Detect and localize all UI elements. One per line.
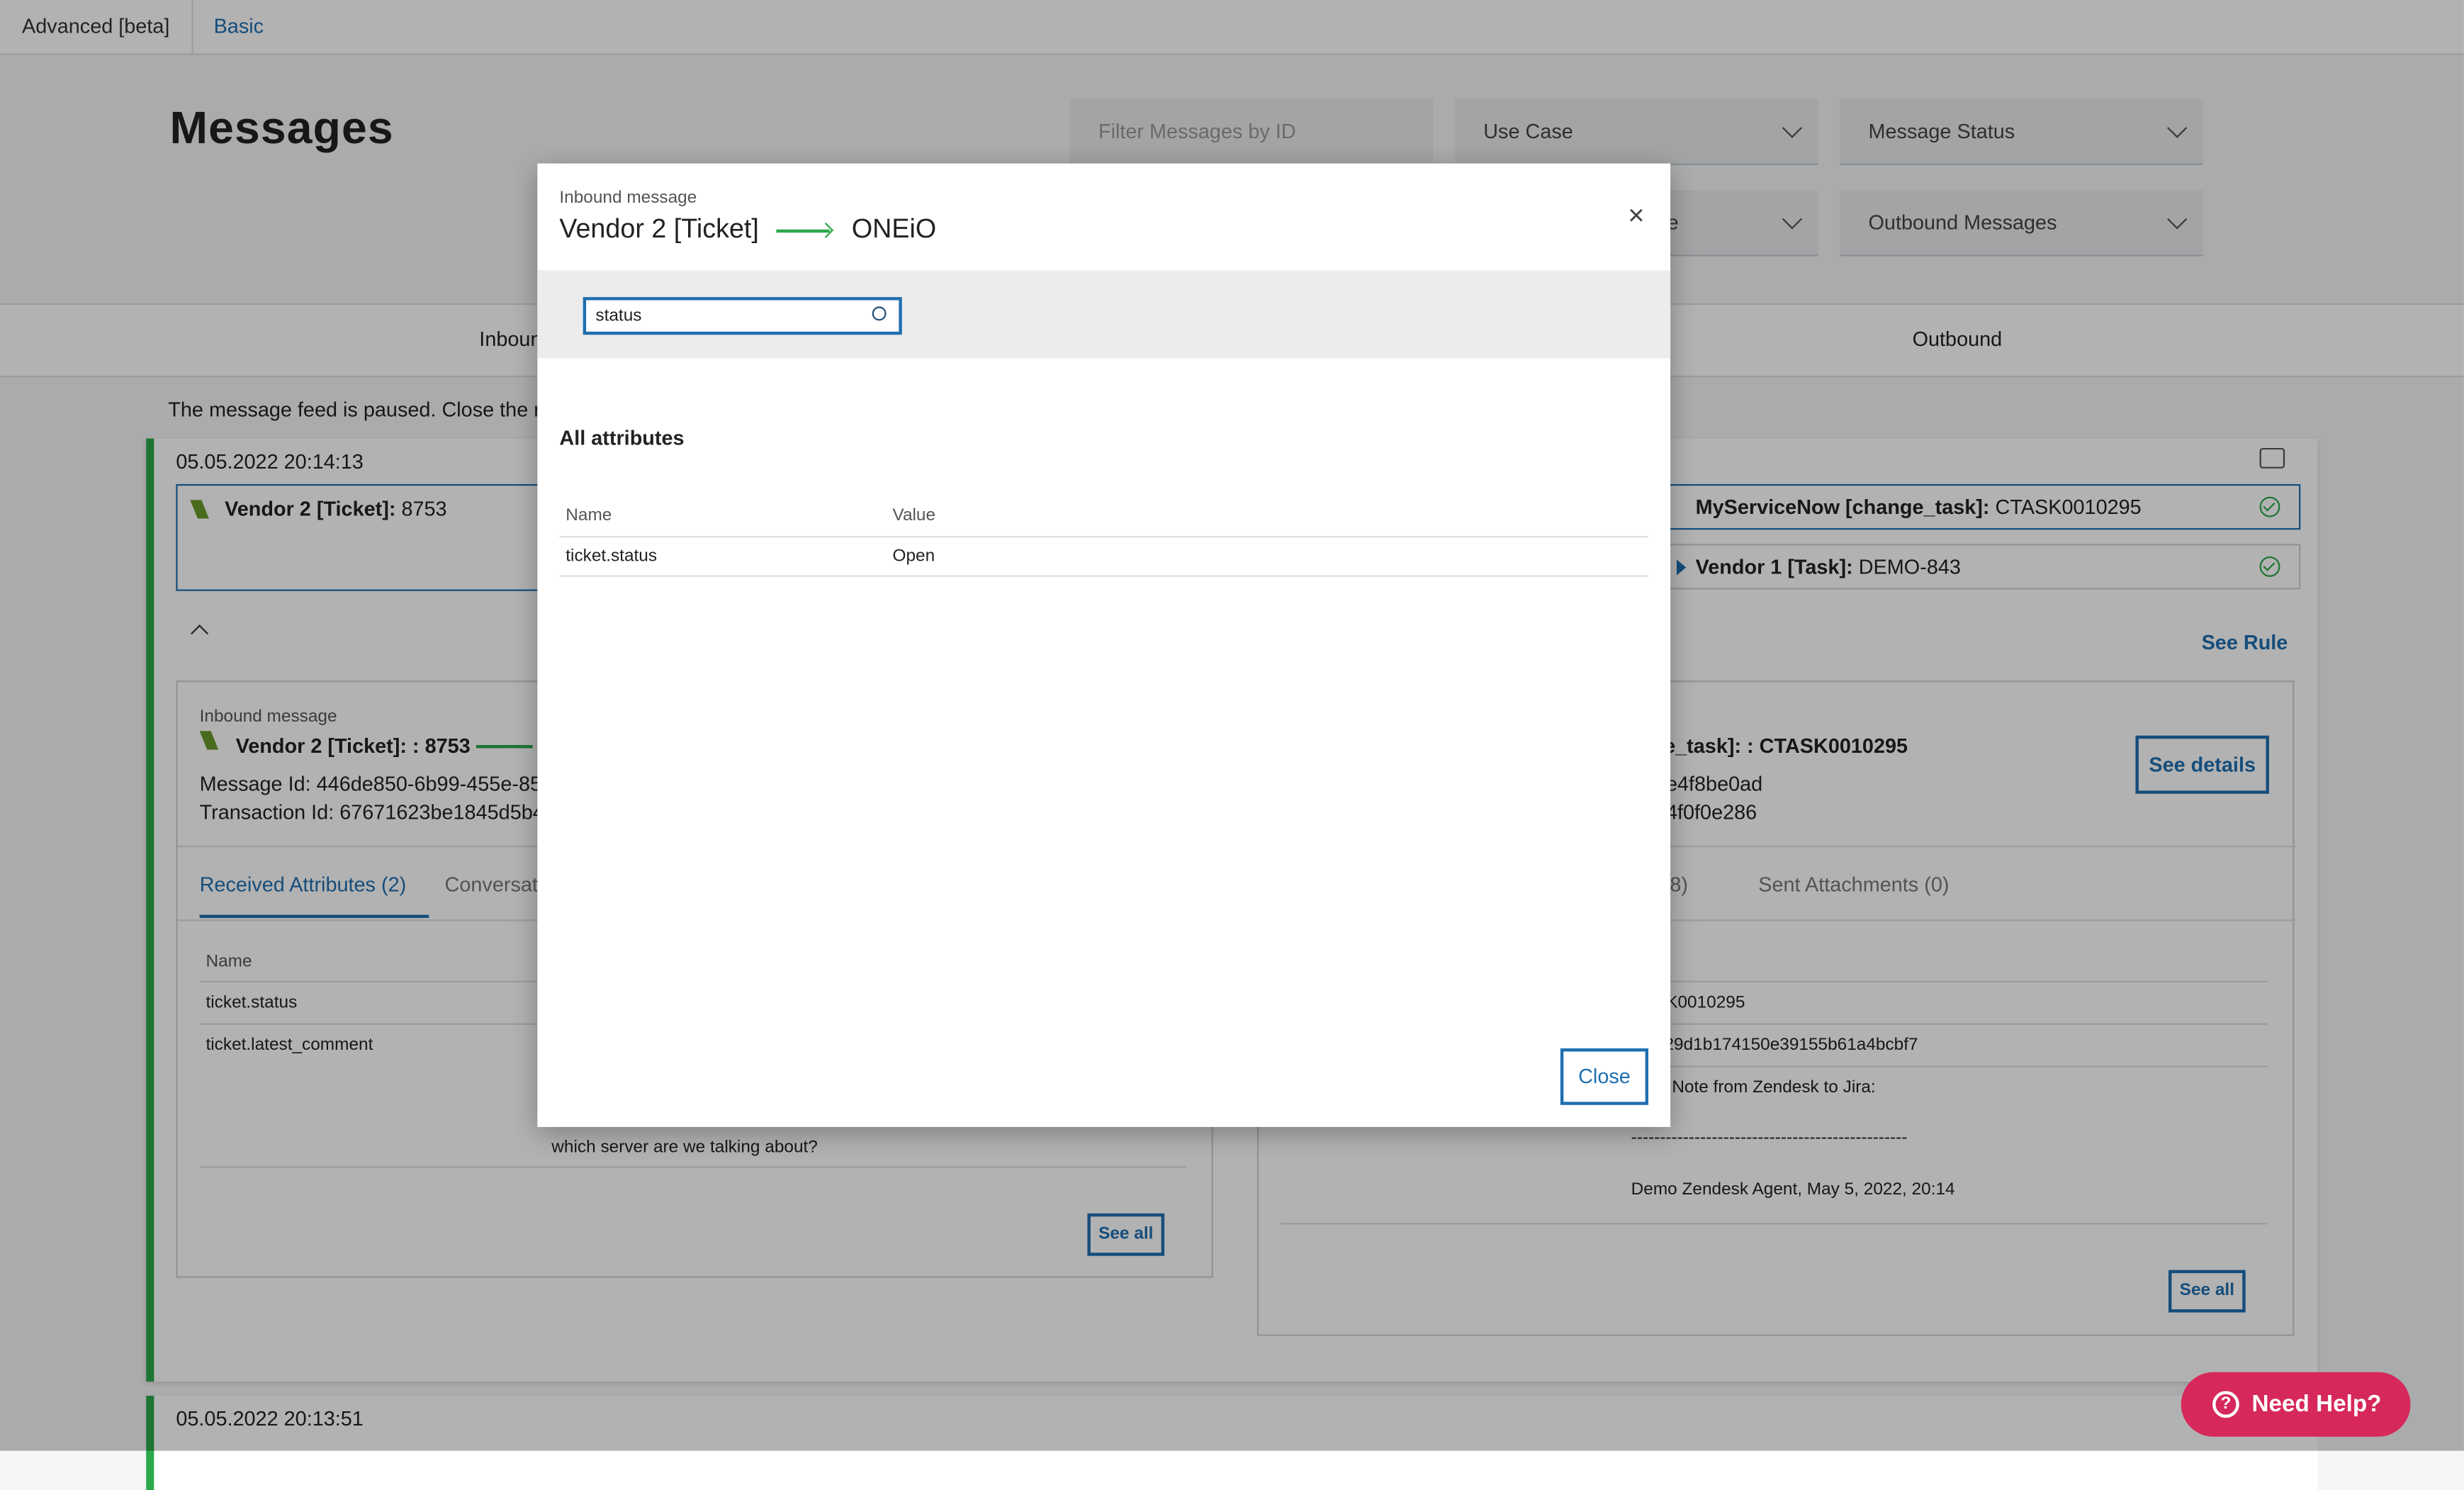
attribute-name: ticket.status	[566, 547, 658, 566]
attributes-modal: Inbound message Vendor 2 [Ticket] ONEiO …	[537, 163, 1671, 1127]
column-name-header: Name	[566, 506, 612, 525]
section-title: All attributes	[559, 425, 685, 450]
attribute-search-bar: status	[537, 270, 1671, 359]
arrow-right-icon	[776, 222, 834, 238]
need-help-label: Need Help?	[2251, 1391, 2382, 1418]
divider	[559, 575, 1649, 577]
modal-target: ONEiO	[851, 213, 937, 244]
divider	[559, 536, 1649, 538]
modal-label: Inbound message	[559, 189, 697, 208]
attribute-search-input[interactable]: status	[583, 297, 902, 335]
search-icon	[872, 306, 887, 321]
modal-source: Vendor 2 [Ticket]	[559, 213, 759, 244]
close-icon[interactable]: ×	[1628, 201, 1644, 230]
help-icon: ?	[2212, 1391, 2239, 1418]
attribute-value: Open	[892, 547, 935, 566]
need-help-button[interactable]: ? Need Help?	[2181, 1372, 2411, 1437]
column-value-header: Value	[892, 506, 936, 525]
close-button[interactable]: Close	[1560, 1048, 1649, 1105]
